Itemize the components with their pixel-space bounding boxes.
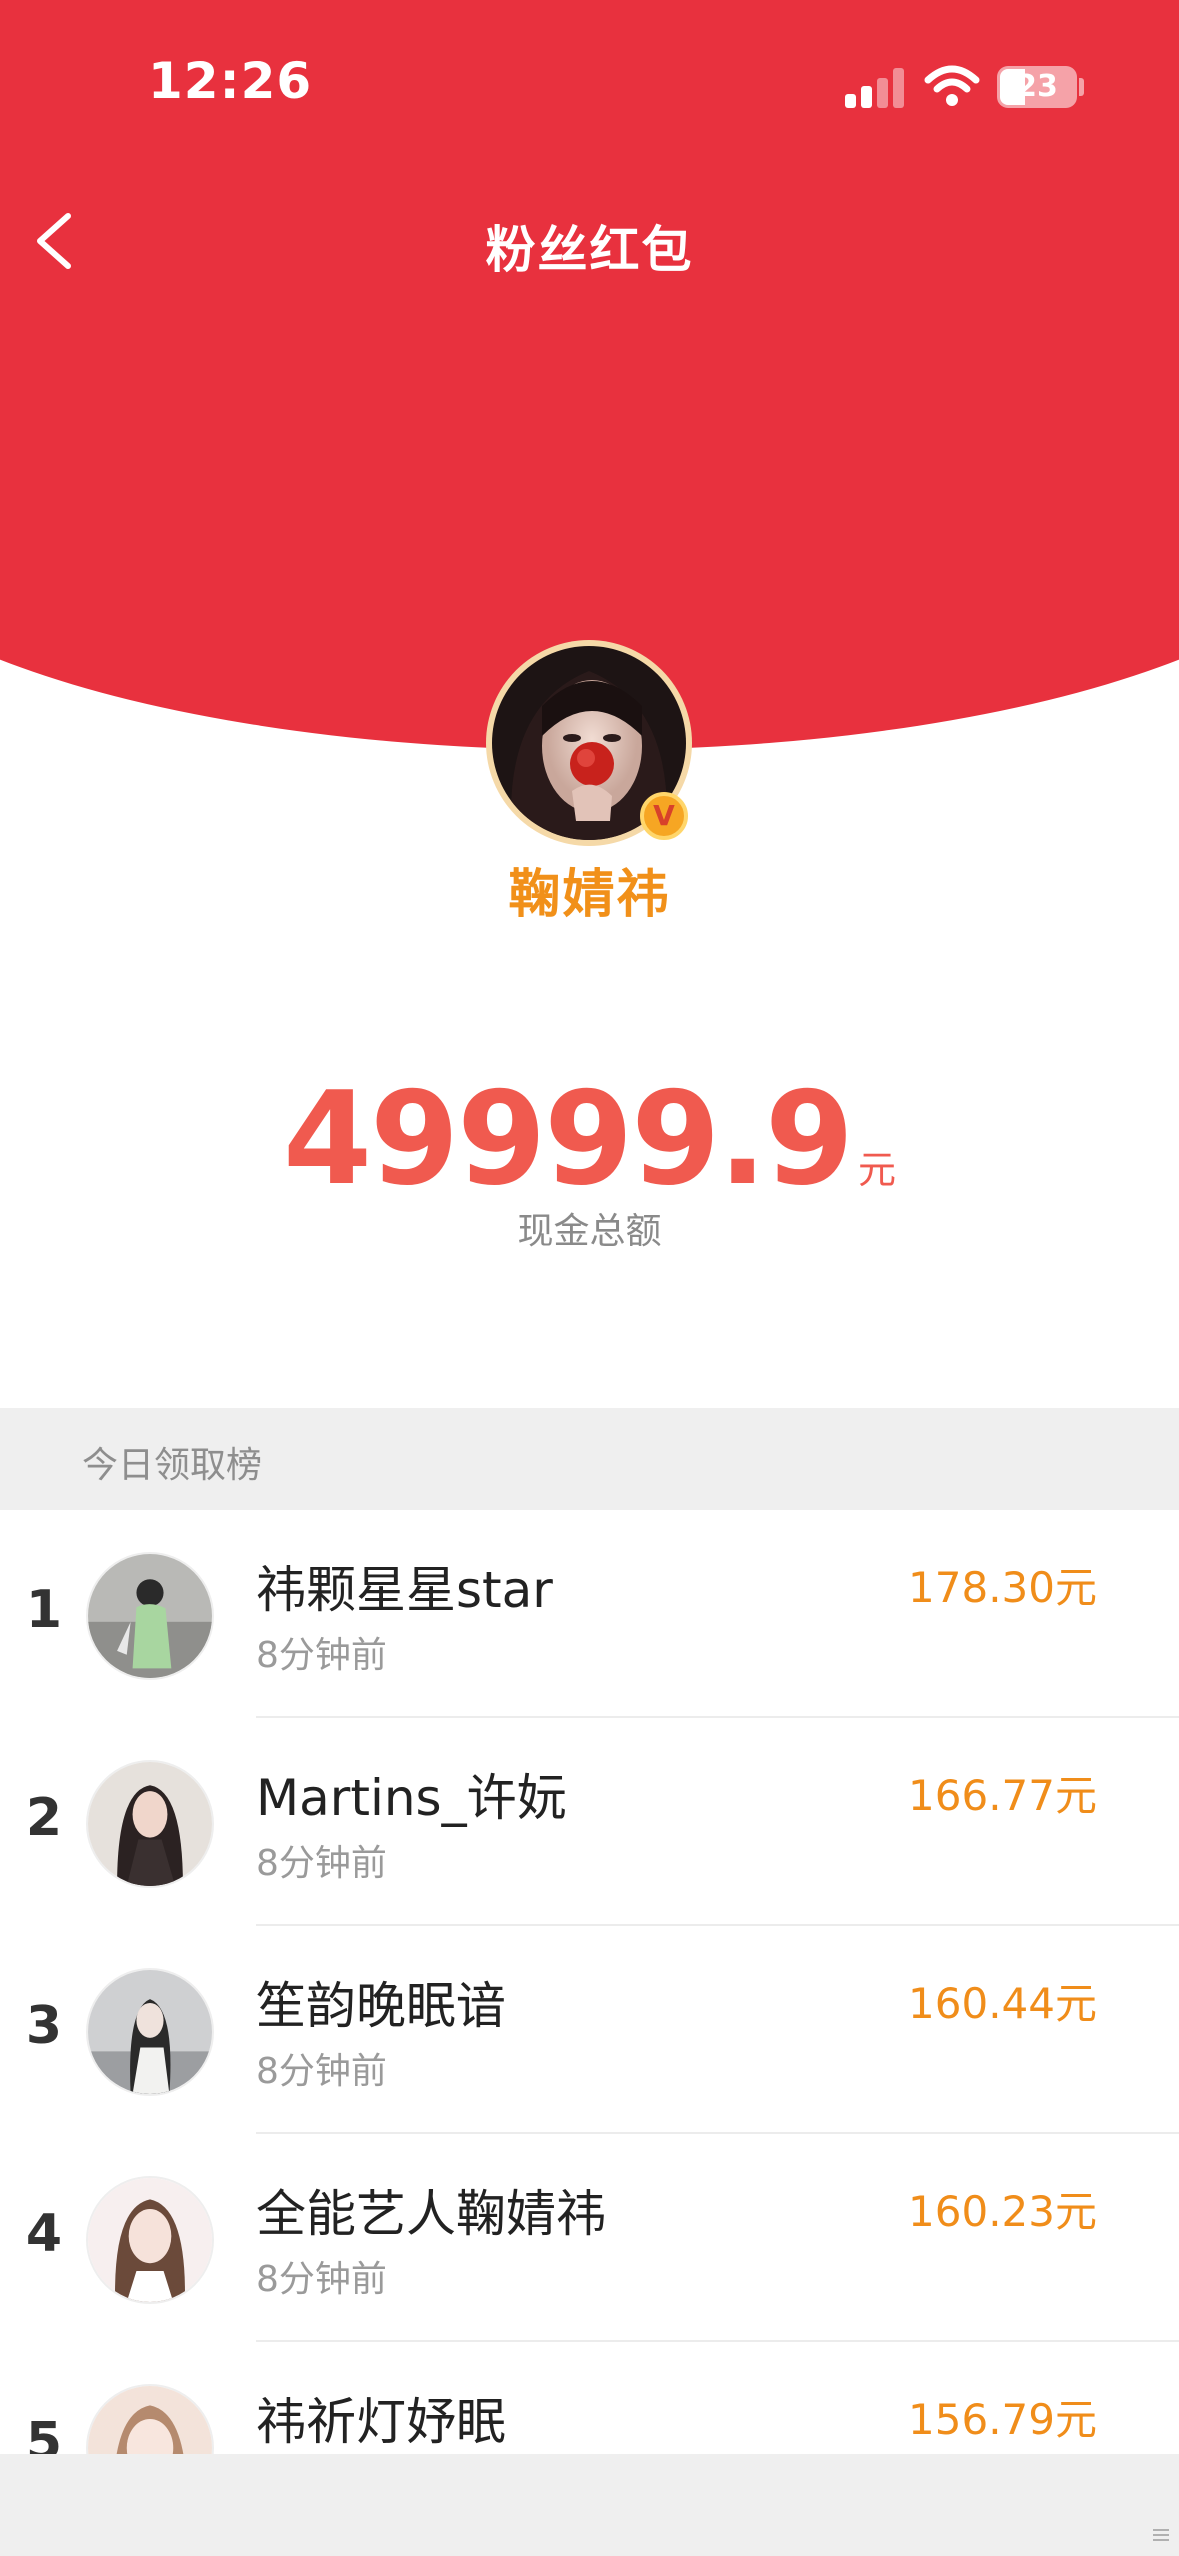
user-avatar[interactable] <box>86 1552 214 1680</box>
rank-number: 3 <box>25 1996 63 2056</box>
rank-number: 4 <box>25 2204 63 2264</box>
total-amount-label: 现金总额 <box>517 1211 662 1252</box>
user-name: 祎祈灯妤眠 <box>256 2393 506 2451</box>
status-time: 12:26 <box>148 52 313 110</box>
total-amount-value: 49999.9 <box>282 1065 854 1214</box>
claim-amount: 160.44元 <box>908 1979 1097 2028</box>
user-name: 全能艺人鞠婧祎 <box>256 2185 606 2243</box>
total-amount: 49999.9 元 <box>0 1065 1179 1214</box>
list-item[interactable]: 3 笙韵晚眠谙 8分钟前 160.44元 <box>0 1926 1179 2134</box>
leaderboard-list: 1 祎颗星星star 8分钟前 178.30元 2 Martins_许妧 8分钟… <box>0 1510 1179 2550</box>
claim-amount: 156.79元 <box>908 2395 1097 2444</box>
user-avatar[interactable] <box>86 2176 214 2304</box>
claim-amount: 178.30元 <box>908 1563 1097 1612</box>
claim-time: 8分钟前 <box>256 1843 387 1884</box>
verified-badge-icon: V <box>640 792 688 840</box>
leaderboard-title: 今日领取榜 <box>82 1445 263 1486</box>
user-name: Martins_许妧 <box>256 1769 567 1827</box>
claim-time: 8分钟前 <box>256 2051 387 2092</box>
claim-amount: 166.77元 <box>908 1771 1097 1820</box>
rank-number: 2 <box>25 1788 63 1848</box>
lines-icon <box>1153 2529 1169 2541</box>
user-avatar[interactable] <box>86 1968 214 2096</box>
user-name: 祎颗星星star <box>256 1561 553 1619</box>
rank-number: 1 <box>25 1580 63 1640</box>
list-item[interactable]: 4 全能艺人鞠婧祎 8分钟前 160.23元 <box>0 2134 1179 2342</box>
cellular-signal-icon <box>845 68 905 108</box>
page: 12:26 23 粉丝红包 V 鞠婧祎 49999.9 元 现金总额 今日领取榜… <box>0 0 1179 2556</box>
leaderboard-header: 今日领取榜 <box>0 1408 1179 1510</box>
list-item[interactable]: 1 祎颗星星star 8分钟前 178.30元 <box>0 1510 1179 1718</box>
battery-icon: 23 <box>997 66 1077 108</box>
page-title: 粉丝红包 <box>485 221 694 279</box>
wifi-icon <box>924 65 980 106</box>
user-name: 笙韵晚眠谙 <box>256 1977 506 2035</box>
claim-time: 8分钟前 <box>256 2259 387 2300</box>
bottom-bar <box>0 2454 1179 2556</box>
total-amount-unit: 元 <box>857 1148 896 1192</box>
user-avatar[interactable] <box>86 1760 214 1888</box>
claim-time: 8分钟前 <box>256 1635 387 1676</box>
battery-tip <box>1079 78 1084 96</box>
claim-amount: 160.23元 <box>908 2187 1097 2236</box>
header-background <box>0 0 1179 750</box>
list-item[interactable]: 2 Martins_许妧 8分钟前 166.77元 <box>0 1718 1179 1926</box>
host-name[interactable]: 鞠婧祎 <box>0 852 1179 927</box>
battery-level: 23 <box>1016 69 1058 104</box>
